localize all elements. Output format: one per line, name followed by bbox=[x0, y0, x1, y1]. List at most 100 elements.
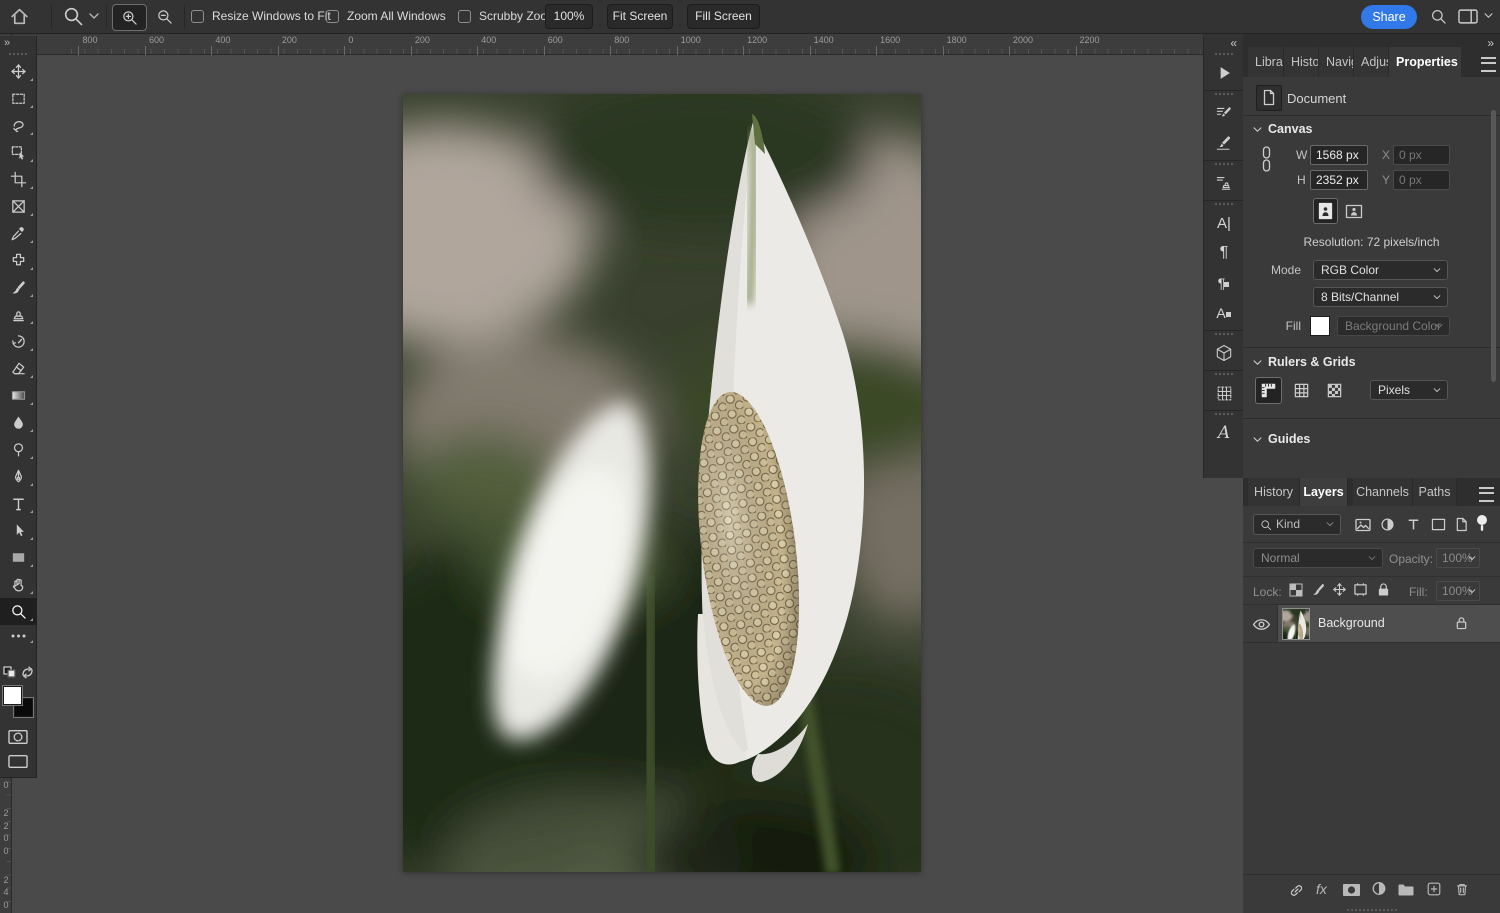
toggle-grid-button[interactable] bbox=[1288, 377, 1315, 404]
ruler-units-select[interactable]: Pixels bbox=[1370, 380, 1448, 400]
zoom-in-button[interactable] bbox=[112, 4, 147, 31]
bit-depth-select[interactable]: 8 Bits/Channel bbox=[1313, 287, 1448, 307]
zoom-all-windows-checkbox[interactable] bbox=[326, 10, 339, 23]
orientation-landscape-button[interactable] bbox=[1341, 198, 1366, 224]
home-button[interactable] bbox=[9, 6, 30, 27]
tool-path-selection[interactable] bbox=[0, 517, 37, 544]
tab-paths[interactable]: Paths bbox=[1413, 478, 1457, 506]
panel-clone-source[interactable] bbox=[1204, 168, 1244, 198]
fill-opacity-value[interactable]: 100% bbox=[1436, 581, 1480, 601]
edit-toolbar-button[interactable] bbox=[0, 625, 37, 647]
delete-layer-trash-icon[interactable] bbox=[1454, 881, 1470, 897]
rulers-grids-chevron-icon[interactable] bbox=[1253, 360, 1262, 366]
layer-name[interactable]: Background bbox=[1318, 616, 1385, 630]
panel-timeline[interactable] bbox=[1204, 378, 1244, 408]
resize-windows-checkbox[interactable] bbox=[191, 10, 204, 23]
y-input[interactable]: 0 px bbox=[1393, 170, 1450, 190]
document-type-button[interactable] bbox=[1256, 85, 1282, 111]
lock-pixels-icon[interactable] bbox=[1311, 582, 1326, 597]
panel-paragraph-styles[interactable]: ¶ bbox=[1204, 268, 1244, 298]
panel-paragraph[interactable]: ¶ bbox=[1204, 238, 1244, 268]
fill-color-swatch[interactable] bbox=[1310, 316, 1330, 336]
toolbar-expand-icon[interactable]: » bbox=[0, 36, 36, 52]
tool-pen[interactable] bbox=[0, 463, 37, 490]
filter-adjustment-layers-icon[interactable] bbox=[1380, 517, 1395, 532]
add-adjustment-layer-icon[interactable] bbox=[1371, 881, 1387, 897]
panel-3d[interactable] bbox=[1204, 338, 1244, 368]
fit-screen-button[interactable]: Fit Screen bbox=[607, 4, 673, 29]
zoom-out-button[interactable] bbox=[149, 4, 179, 29]
foreground-color-swatch[interactable] bbox=[3, 686, 22, 705]
document-image[interactable] bbox=[403, 94, 921, 872]
tool-clone-stamp[interactable] bbox=[0, 301, 37, 328]
properties-scrollbar[interactable] bbox=[1491, 110, 1496, 382]
tool-rectangle[interactable] bbox=[0, 544, 37, 571]
toolbar-grip[interactable] bbox=[9, 53, 27, 55]
search-icon[interactable] bbox=[1430, 8, 1447, 25]
opacity-value[interactable]: 100% bbox=[1436, 548, 1480, 568]
panel-character[interactable]: A| bbox=[1204, 208, 1244, 238]
zoom-level-field[interactable]: 100% bbox=[545, 4, 593, 29]
orientation-portrait-button[interactable] bbox=[1313, 198, 1338, 224]
workspace-icon[interactable] bbox=[1457, 8, 1479, 25]
lock-artboard-icon[interactable] bbox=[1353, 583, 1368, 596]
filter-type-layers-icon[interactable] bbox=[1406, 517, 1421, 532]
layer-style-fx-icon[interactable]: fx bbox=[1316, 881, 1327, 897]
tool-history-brush[interactable] bbox=[0, 328, 37, 355]
tool-eraser[interactable] bbox=[0, 355, 37, 382]
tool-object-selection[interactable] bbox=[0, 139, 37, 166]
panel-resize-grip[interactable] bbox=[1347, 909, 1397, 911]
quick-mask-button[interactable] bbox=[7, 728, 29, 746]
toggle-rulers-button[interactable] bbox=[1255, 377, 1282, 404]
tool-blur[interactable] bbox=[0, 409, 37, 436]
tool-gradient[interactable] bbox=[0, 382, 37, 409]
panel-menu-icon[interactable] bbox=[1481, 57, 1496, 72]
canvas-section-chevron-icon[interactable] bbox=[1253, 127, 1262, 133]
chevron-down-icon[interactable] bbox=[89, 13, 99, 20]
tab-history[interactable]: History bbox=[1248, 478, 1300, 506]
tool-brush[interactable] bbox=[0, 274, 37, 301]
new-group-folder-icon[interactable] bbox=[1397, 882, 1415, 897]
tool-frame[interactable] bbox=[0, 193, 37, 220]
tool-dodge[interactable] bbox=[0, 436, 37, 463]
layer-filter-select[interactable]: Kind bbox=[1253, 514, 1341, 535]
layer-row-background[interactable]: Background bbox=[1243, 605, 1500, 642]
layers-menu-icon[interactable] bbox=[1479, 487, 1494, 502]
x-input[interactable]: 0 px bbox=[1393, 145, 1450, 165]
filter-shape-layers-icon[interactable] bbox=[1431, 518, 1446, 531]
panel-collapse-icon[interactable]: « bbox=[1204, 36, 1243, 52]
height-input[interactable]: 2352 px bbox=[1310, 170, 1368, 190]
link-layers-icon[interactable] bbox=[1288, 882, 1305, 899]
workspace-chevron-icon[interactable] bbox=[1484, 13, 1493, 19]
blend-mode-select[interactable]: Normal bbox=[1253, 548, 1383, 568]
tool-type[interactable] bbox=[0, 490, 37, 517]
tool-crop[interactable] bbox=[0, 166, 37, 193]
canvas-area[interactable] bbox=[12, 55, 1243, 913]
tab-channels[interactable]: Channels bbox=[1353, 478, 1413, 506]
panel-actions[interactable] bbox=[1204, 58, 1244, 88]
tool-eyedropper[interactable] bbox=[0, 220, 37, 247]
tool-spot-healing-brush[interactable] bbox=[0, 247, 37, 274]
panel-character-styles[interactable]: A bbox=[1204, 298, 1244, 328]
default-colors-icon[interactable] bbox=[3, 666, 17, 679]
lock-transparency-icon[interactable] bbox=[1289, 583, 1303, 597]
new-layer-icon[interactable] bbox=[1426, 881, 1442, 897]
panel-brushes[interactable] bbox=[1204, 128, 1244, 158]
guides-chevron-icon[interactable] bbox=[1253, 437, 1262, 443]
mode-select[interactable]: RGB Color bbox=[1313, 260, 1448, 280]
layer-visibility-eye-icon[interactable] bbox=[1252, 618, 1271, 631]
tool-hand[interactable] bbox=[0, 571, 37, 598]
tool-zoom[interactable] bbox=[0, 598, 37, 625]
layer-thumbnail[interactable] bbox=[1283, 609, 1309, 639]
filter-smart-objects-icon[interactable] bbox=[1455, 517, 1468, 532]
panel-brush-settings[interactable] bbox=[1204, 98, 1244, 128]
zoom-tool-button[interactable] bbox=[62, 5, 84, 27]
panel-glyphs[interactable]: A bbox=[1204, 418, 1244, 448]
swap-colors-icon[interactable] bbox=[21, 666, 34, 679]
fill-select[interactable]: Background Color bbox=[1337, 316, 1450, 336]
layer-lock-icon[interactable] bbox=[1455, 615, 1468, 631]
tab-navigator[interactable]: Navig bbox=[1319, 47, 1354, 77]
screen-mode-button[interactable] bbox=[7, 753, 29, 770]
tool-rectangular-marquee[interactable] bbox=[0, 85, 37, 112]
filter-pixel-layers-icon[interactable] bbox=[1355, 518, 1371, 532]
